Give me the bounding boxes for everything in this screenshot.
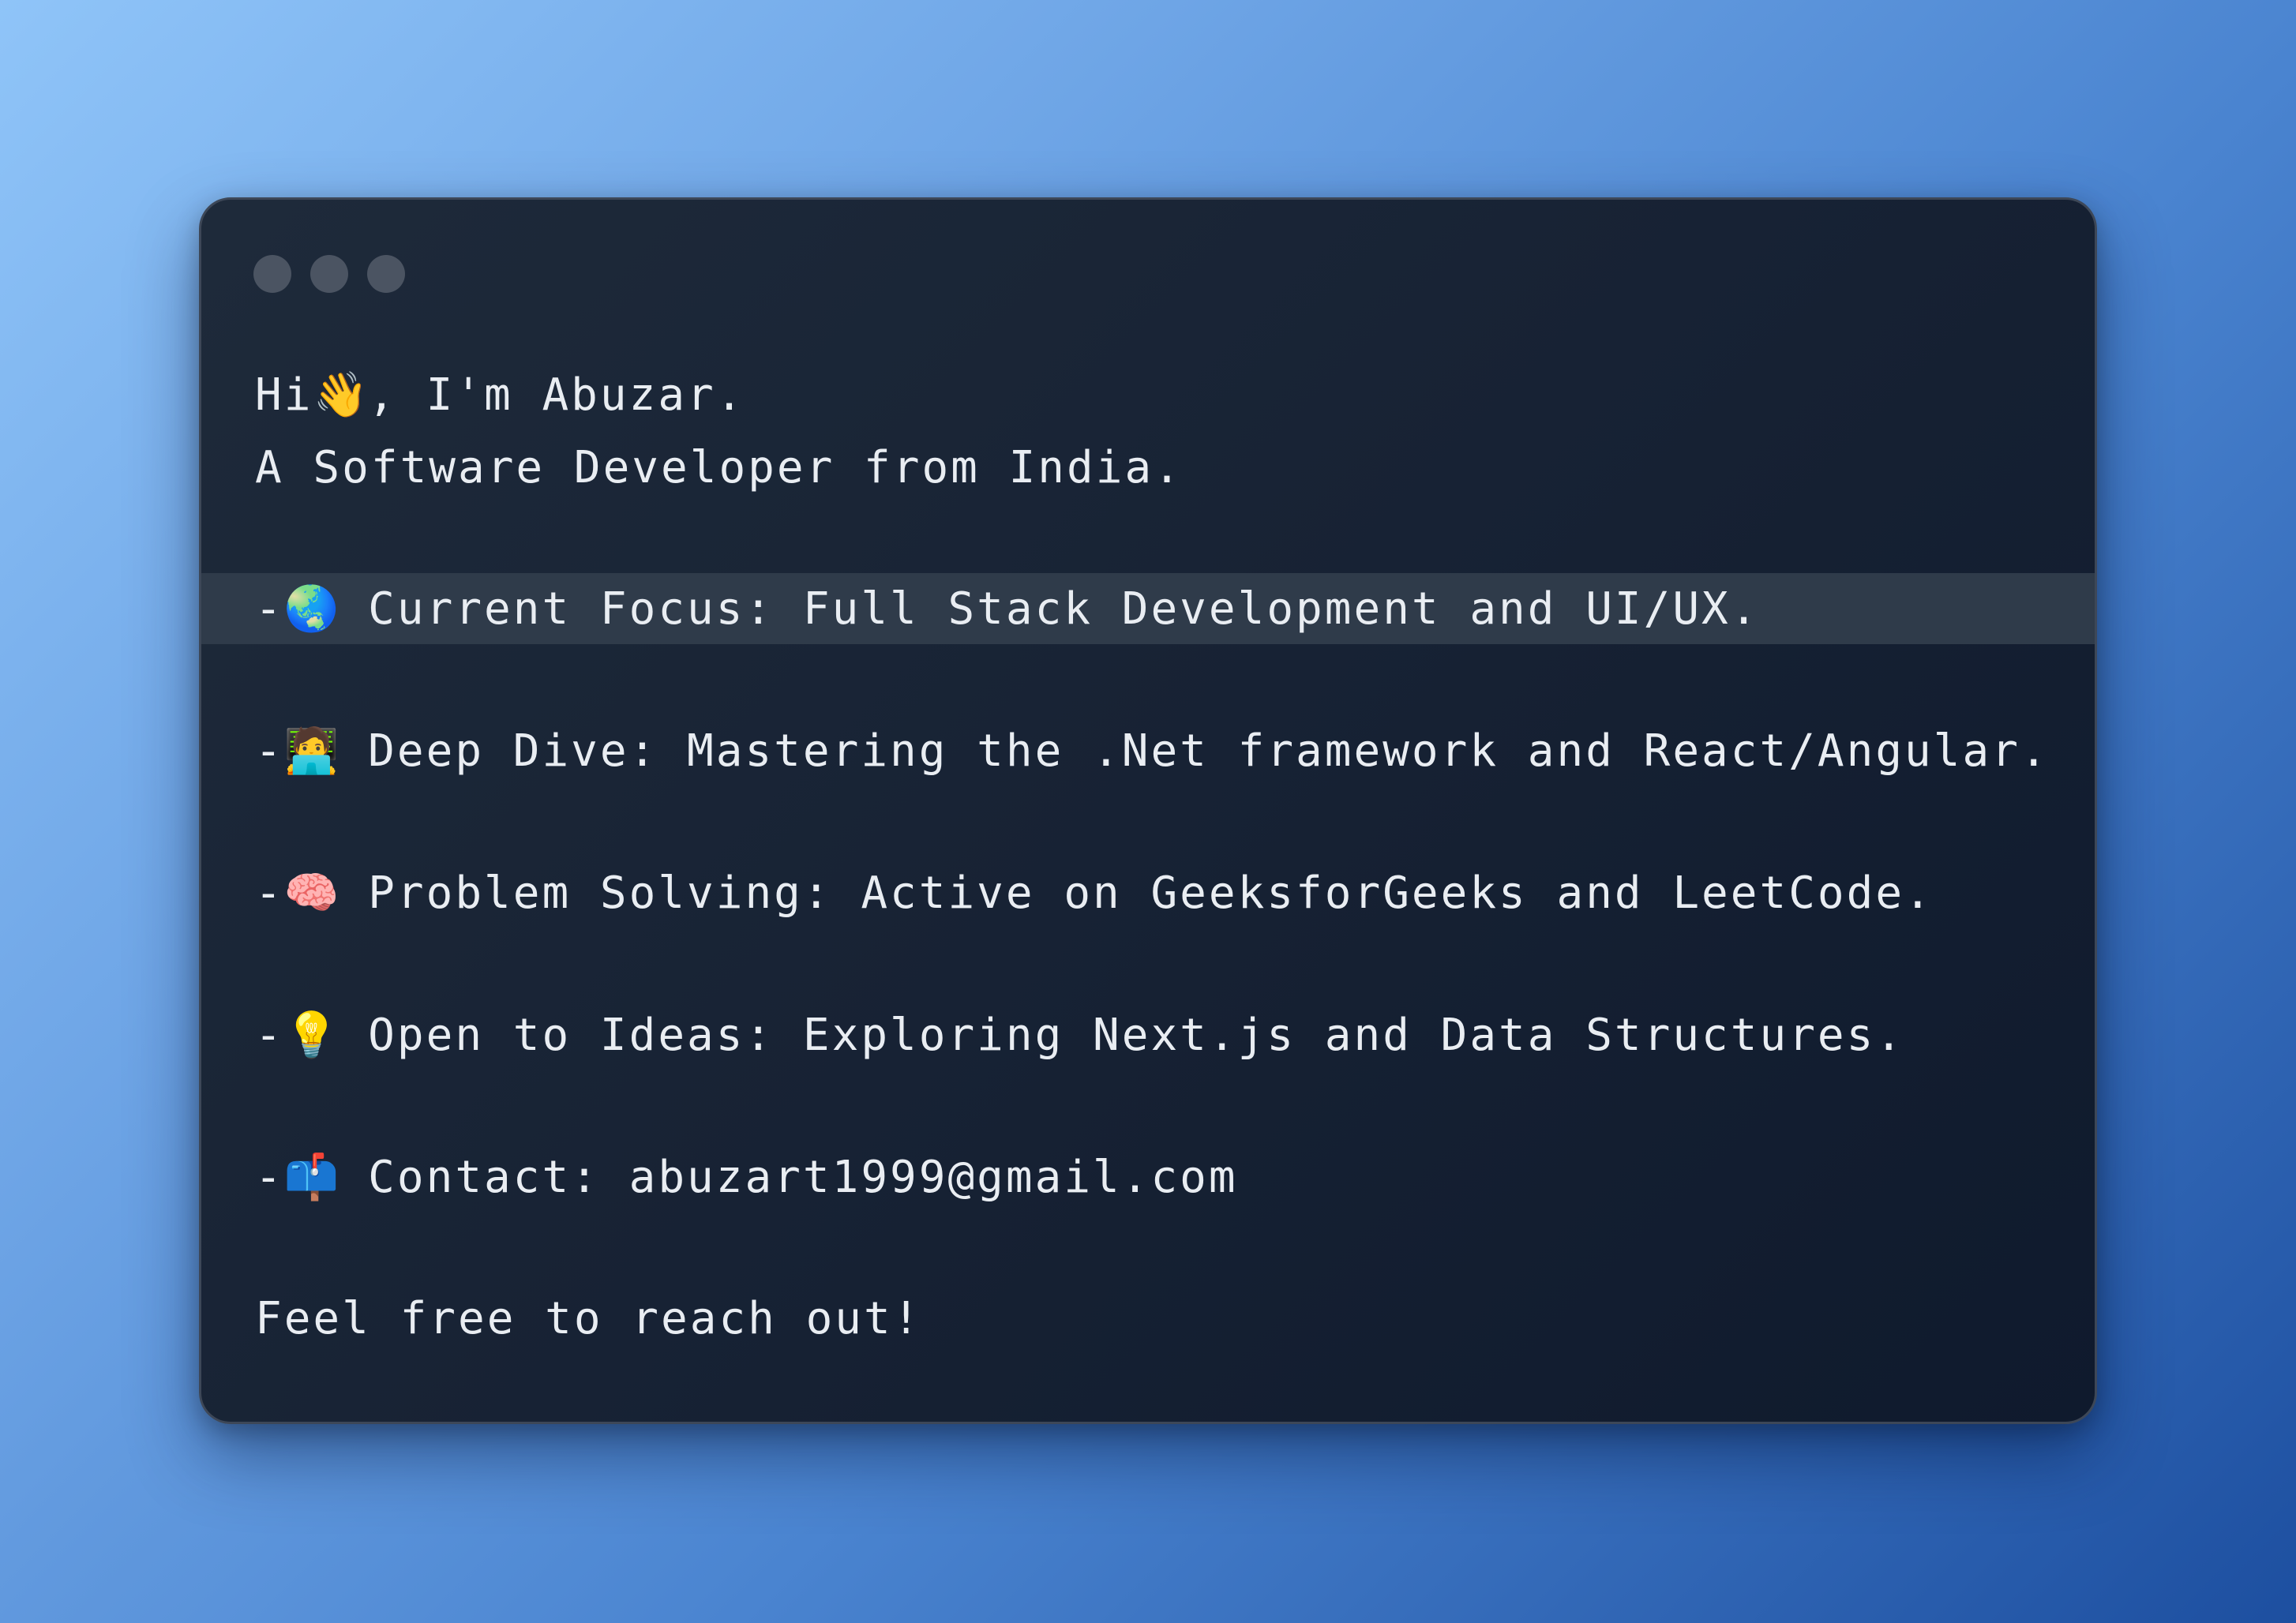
terminal-window: Hi 👋, I'm Abuzar. A Software Developer fr…: [199, 197, 2097, 1424]
list-item-problem-solving: - 🧠 Problem Solving: Active on GeeksforGe…: [201, 857, 2095, 928]
close-dot-icon[interactable]: [253, 255, 291, 293]
closing-text: Feel free to reach out!: [255, 1292, 922, 1344]
list-item-text: Open to Ideas: Exploring Next.js and Dat…: [339, 1009, 1905, 1061]
list-item-text: Deep Dive: Mastering the .Net framework …: [339, 725, 2050, 777]
lightbulb-icon: 💡: [283, 1010, 340, 1061]
technologist-icon: 🧑‍💻: [283, 725, 340, 777]
list-item-text: Current Focus: Full Stack Development an…: [339, 583, 1760, 635]
greeting-line: Hi 👋, I'm Abuzar.: [201, 359, 2095, 430]
greeting-prefix: Hi: [255, 369, 313, 421]
minimize-dot-icon[interactable]: [310, 255, 348, 293]
tagline-text: A Software Developer from India.: [255, 441, 1183, 493]
bullet-dash: -: [255, 583, 284, 635]
tagline: A Software Developer from India.: [201, 432, 2095, 503]
brain-icon: 🧠: [283, 868, 340, 919]
bullet-dash: -: [255, 1151, 284, 1203]
greeting-suffix: , I'm Abuzar.: [368, 369, 745, 421]
list-item-contact: - 📫 Contact: abuzart1999@gmail.com: [201, 1141, 2095, 1213]
closing-line: Feel free to reach out!: [201, 1283, 2095, 1354]
wave-icon: 👋: [313, 369, 369, 421]
list-item-text: Problem Solving: Active on GeeksforGeeks…: [339, 867, 1934, 919]
mailbox-icon: 📫: [283, 1152, 340, 1203]
maximize-dot-icon[interactable]: [367, 255, 405, 293]
bullet-dash: -: [255, 1009, 284, 1061]
list-item-current-focus: - 🌏 Current Focus: Full Stack Development…: [201, 573, 2095, 644]
window-controls: [253, 255, 405, 293]
bullet-dash: -: [255, 725, 284, 777]
globe-icon: 🌏: [283, 583, 340, 635]
list-item-deep-dive: - 🧑‍💻 Deep Dive: Mastering the .Net frame…: [201, 715, 2095, 786]
bullet-dash: -: [255, 867, 284, 919]
list-item-open-to-ideas: - 💡 Open to Ideas: Exploring Next.js and …: [201, 999, 2095, 1070]
contact-text[interactable]: Contact: abuzart1999@gmail.com: [339, 1152, 1237, 1203]
